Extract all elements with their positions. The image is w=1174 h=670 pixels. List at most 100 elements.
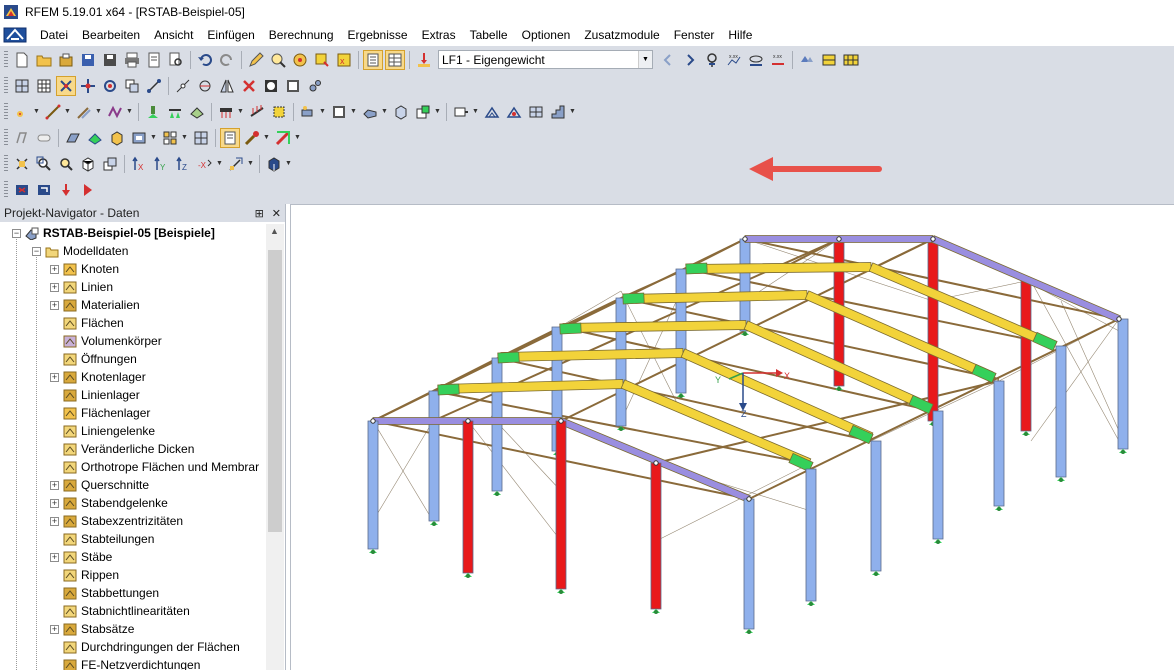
- target-icon[interactable]: [290, 50, 310, 70]
- view-iso-icon[interactable]: [100, 154, 120, 174]
- comment-icon[interactable]: [34, 128, 54, 148]
- purlin[interactable]: [562, 320, 747, 333]
- new-polyline-icon[interactable]: [105, 102, 125, 122]
- support-node[interactable]: [654, 610, 658, 614]
- column-back[interactable]: [428, 390, 440, 522]
- toolbar-grip[interactable]: [4, 102, 8, 121]
- chevron-down-icon[interactable]: ▼: [319, 102, 326, 122]
- expand-toggle[interactable]: +: [50, 264, 59, 274]
- structure-node[interactable]: [465, 418, 471, 424]
- zoom-icon[interactable]: [56, 154, 76, 174]
- expand-toggle[interactable]: +: [50, 516, 59, 526]
- column-back[interactable]: [615, 297, 627, 427]
- support-node[interactable]: [936, 540, 940, 544]
- layout-icon[interactable]: [160, 128, 180, 148]
- new-file-icon[interactable]: [12, 50, 32, 70]
- column-front[interactable]: [932, 410, 944, 540]
- tag-icon[interactable]: [312, 50, 332, 70]
- next-load-case-icon[interactable]: [680, 50, 700, 70]
- toolbar-grip[interactable]: [4, 180, 8, 199]
- tree-item[interactable]: + Querschnitte: [0, 476, 266, 494]
- structure-node[interactable]: [370, 418, 376, 424]
- redo-icon[interactable]: [217, 50, 237, 70]
- save-all-icon[interactable]: [78, 50, 98, 70]
- section-icon[interactable]: [819, 50, 839, 70]
- expand-toggle[interactable]: +: [50, 372, 59, 382]
- chevron-down-icon[interactable]: ▼: [472, 102, 479, 122]
- mirror-icon[interactable]: [217, 76, 237, 96]
- column-red[interactable]: [462, 420, 474, 574]
- render-icon[interactable]: [264, 154, 284, 174]
- chevron-down-icon[interactable]: ▼: [434, 102, 441, 122]
- support-node[interactable]: [743, 332, 747, 336]
- tree-item[interactable]: Orthotrope Flächen und Membrar: [0, 458, 266, 476]
- scale-icon[interactable]: [261, 76, 281, 96]
- tree-item[interactable]: + Materialien: [0, 296, 266, 314]
- chevron-down-icon[interactable]: ▼: [150, 128, 157, 148]
- tree-item[interactable]: Durchdringungen der Flächen: [0, 638, 266, 656]
- column-front[interactable]: [367, 420, 379, 550]
- tree-item[interactable]: Stabnichtlinearitäten: [0, 602, 266, 620]
- stair-generator-icon[interactable]: [548, 102, 568, 122]
- circle-node-icon[interactable]: [195, 76, 215, 96]
- open-folder-icon[interactable]: [34, 50, 54, 70]
- chevron-down-icon[interactable]: ▼: [216, 154, 223, 174]
- support-node[interactable]: [837, 387, 841, 391]
- structure-node[interactable]: [1116, 316, 1122, 322]
- purlin[interactable]: [688, 262, 872, 274]
- support-node[interactable]: [432, 522, 436, 526]
- tree-item[interactable]: Liniengelenke: [0, 422, 266, 440]
- column-front[interactable]: [1117, 318, 1129, 450]
- structure-node[interactable]: [653, 460, 659, 466]
- calculate-icon[interactable]: x: [334, 50, 354, 70]
- structure-node[interactable]: [742, 236, 748, 242]
- menu-zusatzmodule[interactable]: Zusatzmodule: [577, 24, 666, 46]
- grid-generator-icon[interactable]: [526, 102, 546, 122]
- chevron-down-icon[interactable]: ▼: [95, 102, 102, 122]
- column-red[interactable]: [927, 238, 939, 422]
- divide-line-icon[interactable]: [173, 76, 193, 96]
- result-values-icon[interactable]: x.xx: [724, 50, 744, 70]
- surface-color-icon[interactable]: [85, 128, 105, 148]
- chevron-down-icon[interactable]: ▼: [126, 102, 133, 122]
- toolbar-grip[interactable]: [4, 50, 8, 69]
- member-load-icon[interactable]: [216, 102, 236, 122]
- roof-member[interactable]: [870, 238, 934, 270]
- bracing-line[interactable]: [560, 290, 622, 327]
- hinge-marker[interactable]: [497, 351, 520, 364]
- import-icon[interactable]: [34, 180, 54, 200]
- hall-generator-icon[interactable]: [360, 102, 380, 122]
- print-report-icon[interactable]: [144, 50, 164, 70]
- tree-item[interactable]: Linienlager: [0, 386, 266, 404]
- hinge-marker[interactable]: [559, 322, 582, 335]
- tree-item[interactable]: Öffnungen: [0, 350, 266, 368]
- delete-icon[interactable]: [239, 76, 259, 96]
- view-minus-x-icon[interactable]: -X: [195, 154, 215, 174]
- dimension-icon[interactable]: [12, 128, 32, 148]
- frame-icon[interactable]: [329, 102, 349, 122]
- expand-toggle[interactable]: +: [50, 282, 59, 292]
- column-front[interactable]: [870, 440, 882, 572]
- chevron-down-icon[interactable]: ▼: [33, 102, 40, 122]
- mesh-icon[interactable]: [12, 76, 32, 96]
- support-node[interactable]: [1059, 478, 1063, 482]
- nodal-support-icon[interactable]: [143, 102, 163, 122]
- undo-icon[interactable]: [195, 50, 215, 70]
- support-node[interactable]: [466, 574, 470, 578]
- tree-item[interactable]: + Stabexzentrizitäten: [0, 512, 266, 530]
- tree-item[interactable]: Stabbettungen: [0, 584, 266, 602]
- move-nodes-icon[interactable]: [78, 76, 98, 96]
- view-z-icon[interactable]: Z: [173, 154, 193, 174]
- line-load-icon[interactable]: [247, 102, 267, 122]
- document-menu-icon[interactable]: [3, 26, 27, 44]
- bracing-line[interactable]: [1030, 280, 1120, 442]
- chevron-down-icon[interactable]: ▼: [263, 128, 270, 148]
- column-front[interactable]: [1055, 345, 1067, 478]
- hinge-marker[interactable]: [685, 262, 708, 275]
- column-front[interactable]: [993, 380, 1005, 507]
- fit-all-icon[interactable]: [12, 154, 32, 174]
- menu-bearbeiten[interactable]: Bearbeiten: [75, 24, 147, 46]
- structure-node[interactable]: [930, 236, 936, 242]
- load-moment-icon[interactable]: [78, 180, 98, 200]
- results-on-off-icon[interactable]: [702, 50, 722, 70]
